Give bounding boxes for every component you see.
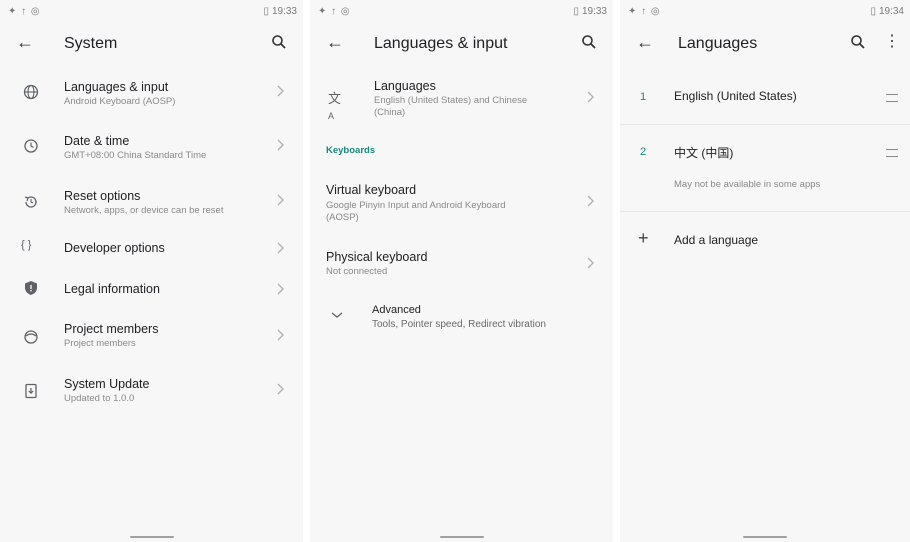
advanced-item[interactable]: Advanced Tools, Pointer speed, Redirect …: [310, 302, 613, 334]
item-title: Virtual keyboard: [326, 183, 417, 197]
keyboards-section-header: Keyboards: [326, 145, 376, 156]
item-title: Languages: [374, 79, 436, 93]
system-screen: ✦ ↑ ◎ ▯ 19:33 ← System Languages & input …: [0, 0, 303, 542]
app-bar: ← Languages ⋮: [620, 24, 910, 64]
item-title: Legal information: [64, 282, 160, 296]
back-arrow-icon[interactable]: ←: [636, 32, 654, 53]
add-language-label: Add a language: [674, 233, 759, 247]
back-arrow-icon[interactable]: ←: [16, 32, 34, 53]
item-subtitle: Android Keyboard (AOSP): [64, 96, 176, 107]
language-order-number: 1: [640, 91, 647, 103]
chevron-right-icon: [277, 194, 284, 206]
chevron-right-icon: [277, 85, 284, 97]
languages-input-screen: ✦ ↑ ◎ ▯ 19:33 ← Languages & input 文A Lang…: [310, 0, 613, 542]
status-time: 19:34: [878, 6, 904, 17]
battery-icon: ▯: [870, 6, 876, 17]
status-time: 19:33: [581, 6, 607, 17]
page-title: Languages & input: [374, 35, 508, 52]
clock-icon: [24, 139, 38, 153]
system-item-developer-options[interactable]: { } Developer options: [0, 235, 303, 261]
item-title: Languages & input: [64, 80, 169, 94]
item-title: Date & time: [64, 134, 130, 148]
item-title: Physical keyboard: [326, 250, 428, 264]
system-item-project-members[interactable]: Project members Project members: [0, 316, 303, 356]
more-options-icon[interactable]: ⋮: [884, 34, 900, 50]
app-bar: ← Languages & input: [310, 24, 613, 64]
history-icon: [24, 196, 37, 208]
virtual-keyboard-item[interactable]: Virtual keyboard Google Pinyin Input and…: [310, 180, 613, 226]
language-item[interactable]: 1 English (United States): [620, 80, 910, 122]
system-item-reset-options[interactable]: Reset options Network, apps, or device c…: [0, 183, 303, 223]
system-item-date-time[interactable]: Date & time GMT+08:00 China Standard Tim…: [0, 128, 303, 168]
languages-item[interactable]: 文A Languages English (United States) and…: [310, 76, 613, 122]
gesture-nav-bar[interactable]: [439, 536, 484, 538]
chevron-right-icon: [277, 139, 284, 151]
chevron-right-icon: [587, 91, 594, 103]
item-subtitle: Not connected: [326, 266, 388, 277]
shield-icon: [25, 281, 37, 295]
chevron-right-icon: [277, 242, 284, 254]
language-item[interactable]: 2 中文 (中国) May not be available in some a…: [620, 138, 910, 198]
translate-icon: 文A: [328, 91, 342, 121]
search-icon[interactable]: [271, 34, 287, 50]
item-subtitle: Project members: [64, 338, 136, 349]
add-language-button[interactable]: + Add a language: [620, 225, 910, 255]
divider: [620, 124, 910, 125]
status-icons: ✦ ↑ ◎: [628, 6, 661, 17]
chevron-down-icon: [331, 312, 343, 318]
item-subtitle: GMT+08:00 China Standard Time: [64, 150, 207, 161]
system-item-legal-information[interactable]: Legal information: [0, 276, 303, 302]
chevron-right-icon: [277, 329, 284, 341]
item-title: Advanced: [372, 304, 421, 316]
item-title: Developer options: [64, 241, 165, 255]
gesture-nav-bar[interactable]: [129, 536, 174, 538]
update-icon: [25, 383, 37, 399]
item-title: Project members: [64, 322, 159, 336]
item-subtitle: English (United States) and Chinese: [374, 95, 528, 106]
braces-icon: { }: [21, 239, 32, 251]
status-bar: ✦ ↑ ◎ ▯ 19:33: [0, 0, 303, 24]
status-icons: ✦ ↑ ◎: [8, 6, 41, 17]
languages-screen: ✦ ↑ ◎ ▯ 19:34 ← Languages ⋮ 1 English (Un…: [620, 0, 910, 542]
chevron-right-icon: [587, 195, 594, 207]
item-subtitle: Updated to 1.0.0: [64, 393, 135, 404]
item-subtitle: Network, apps, or device can be reset: [64, 205, 224, 216]
page-title: Languages: [678, 35, 758, 52]
item-subtitle: Tools, Pointer speed, Redirect vibration: [372, 319, 546, 330]
language-name: English (United States): [674, 89, 797, 103]
app-bar: ← System: [0, 24, 303, 64]
drag-handle-icon[interactable]: [886, 149, 898, 157]
battery-icon: ▯: [263, 6, 269, 17]
search-icon[interactable]: [581, 34, 597, 50]
back-arrow-icon[interactable]: ←: [326, 32, 344, 53]
status-bar: ✦ ↑ ◎ ▯ 19:34: [620, 0, 910, 24]
chevron-right-icon: [587, 257, 594, 269]
chevron-right-icon: [277, 283, 284, 295]
item-title: Reset options: [64, 189, 141, 203]
search-icon[interactable]: [850, 34, 866, 50]
page-title: System: [64, 35, 118, 52]
system-item-system-update[interactable]: System Update Updated to 1.0.0: [0, 371, 303, 411]
status-icons: ✦ ↑ ◎: [318, 6, 351, 17]
gesture-nav-bar[interactable]: [743, 536, 787, 538]
item-subtitle-line2: (AOSP): [326, 212, 359, 223]
item-subtitle-line2: (China): [374, 107, 406, 118]
language-note: May not be available in some apps: [674, 179, 821, 190]
item-subtitle: Google Pinyin Input and Android Keyboard: [326, 200, 506, 211]
chevron-right-icon: [277, 383, 284, 395]
plus-icon: +: [638, 228, 649, 248]
system-item-languages-input[interactable]: Languages & input Android Keyboard (AOSP…: [0, 74, 303, 114]
battery-icon: ▯: [573, 6, 579, 17]
language-order-number: 2: [640, 146, 647, 158]
globe-icon: [23, 84, 39, 100]
drag-handle-icon[interactable]: [886, 94, 898, 102]
smiley-icon: [24, 330, 38, 344]
item-title: System Update: [64, 377, 150, 391]
status-bar: ✦ ↑ ◎ ▯ 19:33: [310, 0, 613, 24]
language-name: 中文 (中国): [674, 146, 734, 160]
physical-keyboard-item[interactable]: Physical keyboard Not connected: [310, 247, 613, 279]
status-time: 19:33: [271, 6, 297, 17]
divider: [620, 211, 910, 212]
